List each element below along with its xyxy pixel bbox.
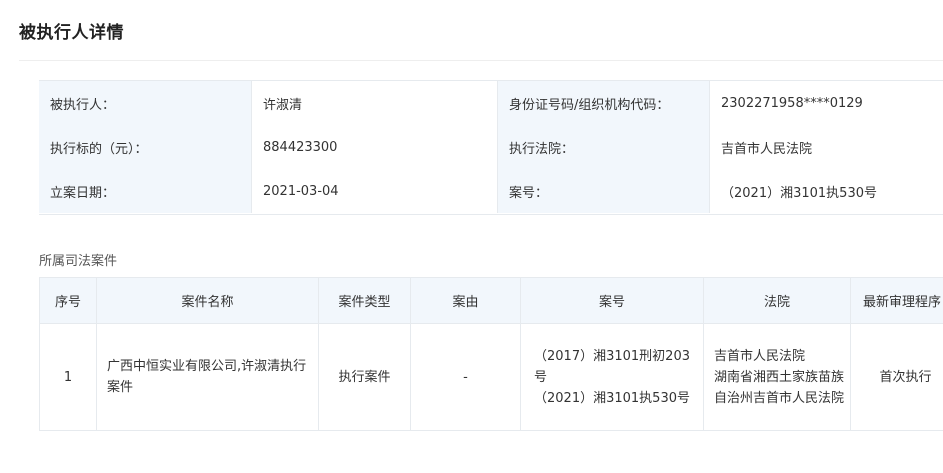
executed-person-value: 许淑清 [251,81,498,125]
case-numbers: （2017）湘3101刑初203号 （2021）湘3101执530号 [520,323,703,431]
case-name-link[interactable]: 广西中恒实业有限公司,许淑清执行案件 [96,323,318,431]
filing-date-value: 2021-03-04 [251,169,498,213]
column-header-court: 法院 [703,278,850,323]
column-header-case-type: 案件类型 [318,278,410,323]
court-label: 执行法院： [498,125,709,169]
column-header-case-name: 案件名称 [96,278,318,323]
executed-person-label: 被执行人： [39,81,251,125]
case-cause: - [410,323,520,431]
title-divider [19,60,943,61]
id-number-value: 2302271958****0129 [709,81,943,125]
court-value: 吉首市人民法院 [709,125,943,169]
row-index: 1 [63,369,73,385]
table-header: 序号 案件名称 案件类型 案由 案号 法院 最新审理程序 [40,278,943,324]
column-header-index: 序号 [54,295,81,310]
detail-table: 被执行人： 许淑清 身份证号码/组织机构代码： 2302271958****01… [39,80,943,215]
case-number-link[interactable]: （2021）湘3101执530号 [709,169,943,213]
id-number-label: 身份证号码/组织机构代码： [498,81,709,125]
court-2: 湖南省湘西土家族苗族自治州吉首市人民法院 [714,369,845,406]
amount-label: 执行标的（元）： [39,125,251,169]
court-1: 吉首市人民法院 [714,348,806,364]
column-header-case-number: 案号 [520,278,703,323]
detail-row: 执行标的（元）： 884423300 执行法院： 吉首市人民法院 [39,125,943,170]
page-title: 被执行人详情 [19,23,124,43]
case-table: 序号 案件名称 案件类型 案由 案号 法院 最新审理程序 1 广西中恒实业有限公… [39,277,943,431]
table-row: 1 广西中恒实业有限公司,许淑清执行案件 执行案件 - （2017）湘3101刑… [40,323,943,431]
amount-value: 884423300 [251,125,498,169]
case-number-1: （2017）湘3101刑初203号 [534,348,690,385]
case-procedure: 首次执行 [850,323,943,431]
case-type: 执行案件 [318,323,410,431]
filing-date-label: 立案日期： [39,169,251,213]
case-number-2: （2021）湘3101执530号 [534,390,690,406]
section-title: 所属司法案件 [39,254,118,269]
case-number-label: 案号： [498,169,709,213]
detail-row: 立案日期： 2021-03-04 案号： （2021）湘3101执530号 [39,169,943,213]
case-courts: 吉首市人民法院 湖南省湘西土家族苗族自治州吉首市人民法院 [703,323,850,431]
column-header-cause: 案由 [410,278,520,323]
detail-row: 被执行人： 许淑清 身份证号码/组织机构代码： 2302271958****01… [39,81,943,126]
column-header-procedure: 最新审理程序 [850,278,943,323]
